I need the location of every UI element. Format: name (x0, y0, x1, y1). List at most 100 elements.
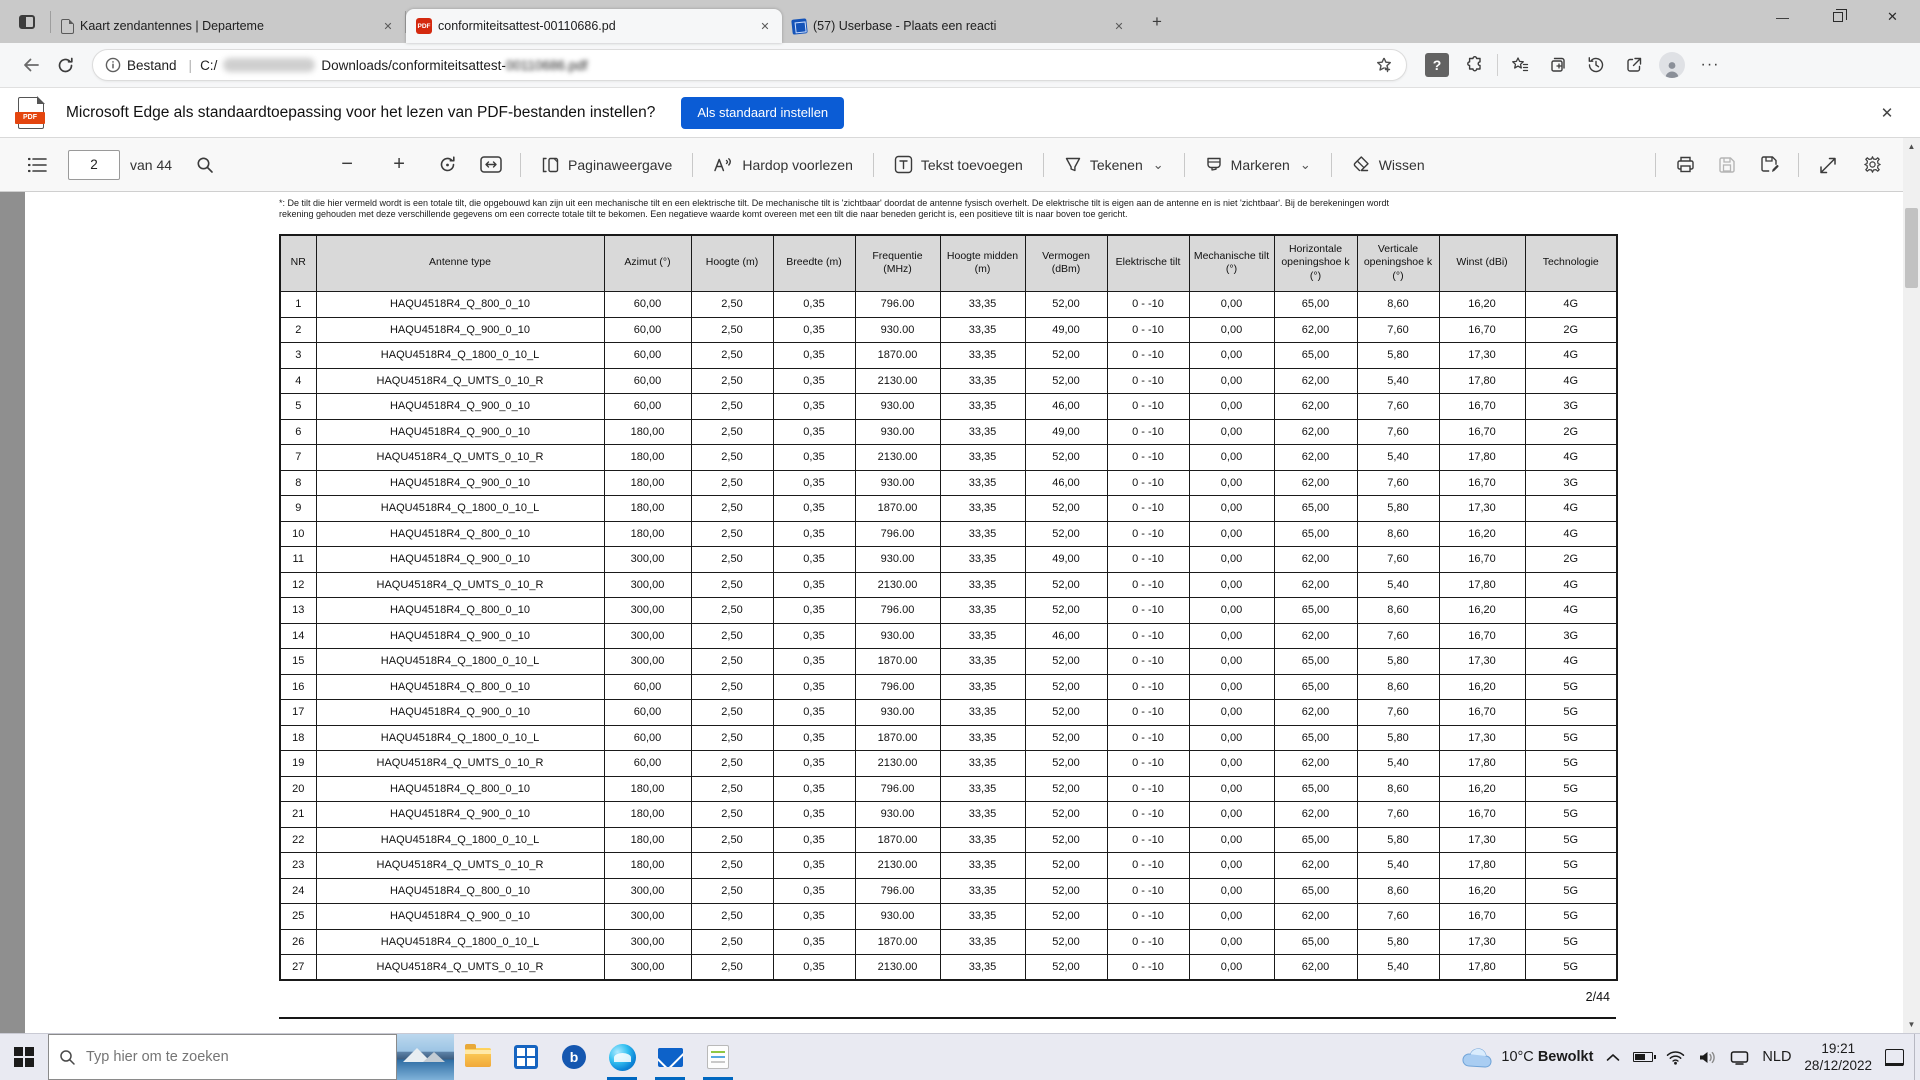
history-button[interactable] (1580, 49, 1612, 81)
add-text-button[interactable]: Tekst toevoegen (886, 149, 1031, 180)
restore-button[interactable] (1810, 0, 1865, 34)
file-explorer-button[interactable] (454, 1034, 502, 1080)
table-cell: 5,80 (1357, 649, 1439, 675)
table-cell: 1870.00 (855, 343, 940, 369)
battery-indicator[interactable] (1633, 1052, 1653, 1062)
back-button[interactable] (14, 48, 48, 82)
new-tab-button[interactable]: + (1144, 9, 1170, 35)
page-number-input[interactable] (68, 150, 120, 180)
pdf-toolbar: van 44 − + Paginaweergave (0, 138, 1903, 192)
info-icon[interactable] (105, 57, 121, 73)
scroll-up-button[interactable]: ▲ (1903, 138, 1920, 155)
zoom-out-button[interactable]: − (330, 148, 364, 182)
table-cell: 7,60 (1357, 623, 1439, 649)
close-window-button[interactable]: ✕ (1865, 0, 1920, 34)
tab-userbase[interactable]: (57) Userbase - Plaats een reacti ✕ (782, 9, 1136, 43)
show-desktop-button[interactable] (1914, 1034, 1920, 1080)
tab-conformiteitsattest-active[interactable]: PDF conformiteitsattest-00110686.pd ✕ (406, 9, 782, 43)
help-button[interactable]: ? (1421, 49, 1453, 81)
news-widget-thumbnail[interactable] (397, 1034, 454, 1080)
vertical-scrollbar[interactable]: ▲ ▼ (1903, 138, 1920, 1033)
table-cell: 4G (1525, 292, 1617, 318)
table-header-cell: Mechanische tilt (°) (1189, 235, 1274, 292)
pdf-viewport[interactable]: *: De tilt die hier vermeld wordt is een… (0, 192, 1903, 1033)
scrollbar-thumb[interactable] (1905, 208, 1918, 288)
table-cell: 9 (280, 496, 316, 522)
table-cell: HAQU4518R4_Q_UMTS_0_10_R (316, 572, 604, 598)
table-of-contents-button[interactable] (20, 148, 54, 182)
highlight-button[interactable]: Markeren ⌄ (1197, 150, 1319, 180)
zoom-in-button[interactable]: + (382, 148, 416, 182)
table-header-cell: Horizontale openingshoe k (°) (1274, 235, 1357, 292)
tab-close-button[interactable]: ✕ (1110, 17, 1128, 35)
share-button[interactable] (1618, 49, 1650, 81)
favorites-button[interactable] (1504, 49, 1536, 81)
tray-overflow-button[interactable] (1606, 1053, 1620, 1062)
tab-actions-button[interactable] (12, 7, 42, 37)
address-bar[interactable]: Bestand | C:/ Downloads/conformiteitsatt… (92, 49, 1407, 81)
table-cell: 0 - -10 (1107, 878, 1189, 904)
table-cell: 3G (1525, 623, 1617, 649)
chevron-down-icon[interactable]: ⌄ (1300, 157, 1311, 173)
table-cell: 2G (1525, 317, 1617, 343)
chevron-down-icon[interactable]: ⌄ (1153, 157, 1164, 173)
search-input[interactable] (86, 1049, 356, 1065)
collections-button[interactable] (1542, 49, 1574, 81)
table-cell: 52,00 (1025, 572, 1107, 598)
table-cell: 5,80 (1357, 725, 1439, 751)
clock[interactable]: 19:21 28/12/2022 (1804, 1040, 1872, 1074)
fullscreen-button[interactable] (1811, 148, 1845, 182)
taskbar: b 10°C Bewolkt NLD (0, 1033, 1920, 1080)
taskbar-search[interactable] (48, 1034, 397, 1080)
tab-kaart-zendantennes[interactable]: Kaart zendantennes | Departeme ✕ (51, 9, 405, 43)
draw-button[interactable]: Tekenen ⌄ (1056, 150, 1172, 180)
volume-indicator[interactable] (1698, 1050, 1717, 1065)
action-center-button[interactable] (1885, 1049, 1904, 1066)
fit-to-width-button[interactable] (474, 148, 508, 182)
table-cell: HAQU4518R4_Q_1800_0_10_L (316, 496, 604, 522)
tab-close-button[interactable]: ✕ (756, 17, 774, 35)
scroll-down-button[interactable]: ▼ (1903, 1016, 1920, 1033)
pdf-settings-button[interactable] (1855, 148, 1889, 182)
table-cell: 1870.00 (855, 827, 940, 853)
mail-taskbar-button[interactable] (646, 1034, 694, 1080)
table-cell: HAQU4518R4_Q_UMTS_0_10_R (316, 751, 604, 777)
start-button[interactable] (0, 1034, 48, 1080)
table-cell: HAQU4518R4_Q_800_0_10 (316, 776, 604, 802)
minimize-button[interactable]: — (1755, 0, 1810, 34)
save-button[interactable] (1710, 148, 1744, 182)
refresh-button[interactable] (48, 48, 82, 82)
tab-close-button[interactable]: ✕ (379, 17, 397, 35)
settings-menu-button[interactable]: ··· (1694, 49, 1726, 81)
language-indicator[interactable]: NLD (1762, 1049, 1791, 1065)
table-cell: 62,00 (1274, 394, 1357, 420)
blue-grid-app-button[interactable] (502, 1034, 550, 1080)
table-cell: 5 (280, 394, 316, 420)
notes-taskbar-button[interactable] (694, 1034, 742, 1080)
table-cell: 0 - -10 (1107, 394, 1189, 420)
cast-indicator[interactable] (1730, 1050, 1749, 1065)
page-view-button[interactable]: Paginaweergave (533, 150, 680, 180)
erase-button[interactable]: Wissen (1344, 150, 1433, 179)
weather-widget[interactable]: 10°C Bewolkt (1461, 1047, 1593, 1068)
table-row: 4HAQU4518R4_Q_UMTS_0_10_R60,002,500,3521… (280, 368, 1617, 394)
extensions-button[interactable] (1459, 49, 1491, 81)
rotate-button[interactable] (430, 148, 464, 182)
profile-button[interactable] (1656, 49, 1688, 81)
save-as-button[interactable] (1752, 148, 1786, 182)
search-document-button[interactable] (188, 148, 222, 182)
tray-date: 28/12/2022 (1804, 1057, 1872, 1074)
table-cell: HAQU4518R4_Q_800_0_10 (316, 878, 604, 904)
blue-round-app-button[interactable]: b (550, 1034, 598, 1080)
notification-close-button[interactable]: ✕ (1872, 98, 1902, 128)
print-button[interactable] (1668, 148, 1702, 182)
add-favorite-star-icon[interactable] (1374, 55, 1394, 75)
edge-taskbar-button[interactable] (598, 1034, 646, 1080)
table-cell: 16,70 (1439, 470, 1525, 496)
read-aloud-button[interactable]: Hardop voorlezen (705, 150, 861, 179)
set-default-button[interactable]: Als standaard instellen (681, 97, 844, 129)
network-indicator[interactable] (1666, 1050, 1685, 1065)
table-cell: 5G (1525, 674, 1617, 700)
table-cell: 60,00 (604, 292, 691, 318)
table-cell: 930.00 (855, 700, 940, 726)
